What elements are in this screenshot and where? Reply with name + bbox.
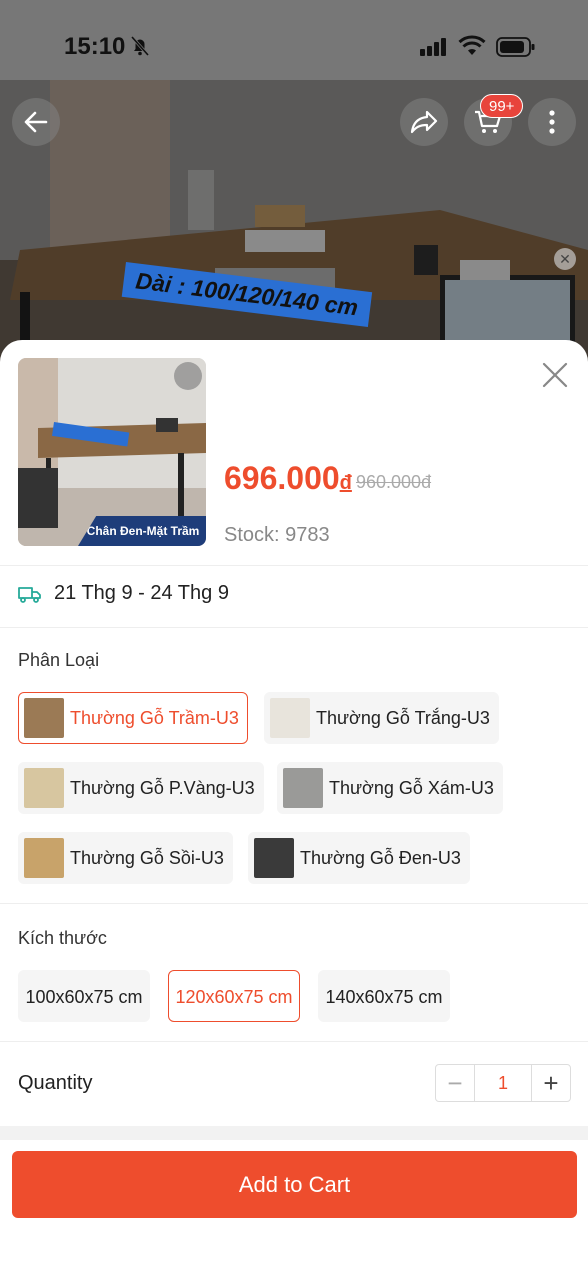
variation-swatch: [254, 838, 294, 878]
expand-image-icon[interactable]: [174, 362, 202, 390]
divider: [0, 627, 588, 628]
variation-option-label: Thường Gỗ Trắng-U3: [316, 707, 490, 728]
variation-option-tram[interactable]: Thường Gỗ Trầm-U3: [18, 692, 248, 744]
variation-option-xam[interactable]: Thường Gỗ Xám-U3: [277, 762, 503, 814]
quantity-decrease-button[interactable]: −: [436, 1065, 474, 1101]
price-value: 696.000: [224, 460, 340, 496]
delivery-truck-icon: [18, 586, 41, 603]
variation-option-label: Thường Gỗ Đen-U3: [300, 847, 461, 868]
variation-option-soi[interactable]: Thường Gỗ Sồi-U3: [18, 832, 233, 884]
variation-option-label: Thường Gỗ Xám-U3: [329, 777, 494, 798]
original-price: 960.000đ: [356, 472, 432, 492]
variation-swatch: [24, 838, 64, 878]
more-vertical-icon: [549, 110, 555, 134]
quantity-stepper: − 1 +: [435, 1064, 571, 1102]
size-option-140[interactable]: 140x60x75 cm: [318, 970, 450, 1022]
variation-swatch: [270, 698, 310, 738]
variation-option-den[interactable]: Thường Gỗ Đen-U3: [248, 832, 470, 884]
variation-swatch: [24, 768, 64, 808]
product-thumbnail[interactable]: Chân Đen-Mặt Trầm: [18, 358, 206, 546]
size-option-120[interactable]: 120x60x75 cm: [168, 970, 300, 1022]
variation-option-pvang[interactable]: Thường Gỗ P.Vàng-U3: [18, 762, 264, 814]
battery-icon: [496, 37, 535, 57]
variation-option-label: Thường Gỗ Sồi-U3: [70, 847, 224, 868]
thumbnail-caption: Chân Đen-Mặt Trầm: [78, 516, 206, 546]
close-sheet-icon[interactable]: [540, 360, 570, 390]
status-time: 15:10: [64, 33, 126, 60]
variation-option-label: Thường Gỗ Trầm-U3: [70, 707, 239, 728]
cart-count-badge: 99+: [480, 94, 524, 118]
divider: [0, 1041, 588, 1042]
variation-option-trang[interactable]: Thường Gỗ Trắng-U3: [264, 692, 499, 744]
variation-bottom-sheet: Chân Đen-Mặt Trầm 696.000đ 960.000đ Stoc…: [0, 340, 588, 1280]
arrow-left-icon: [24, 111, 48, 133]
share-button[interactable]: [400, 98, 448, 146]
current-price: 696.000đ: [224, 460, 352, 497]
delivery-date-range: 21 Thg 9 - 24 Thg 9: [54, 582, 229, 604]
delivery-estimate: 21 Thg 9 - 24 Thg 9: [18, 582, 229, 605]
divider: [0, 565, 588, 566]
mute-bell-icon: [130, 36, 150, 56]
variation-label: Phân Loại: [18, 650, 100, 670]
price-currency: đ: [339, 472, 352, 494]
size-option-100[interactable]: 100x60x75 cm: [18, 970, 150, 1022]
cellular-signal-icon: [420, 38, 446, 56]
size-label: Kích thước: [18, 928, 107, 948]
wifi-icon: [458, 35, 486, 55]
variation-swatch: [283, 768, 323, 808]
status-bar: 15:10: [0, 0, 588, 80]
section-separator: [0, 1126, 588, 1140]
share-icon: [410, 110, 438, 134]
divider: [0, 903, 588, 904]
quantity-input[interactable]: 1: [474, 1065, 532, 1101]
stock-count: Stock: 9783: [224, 524, 330, 546]
add-to-cart-button[interactable]: Add to Cart: [12, 1151, 577, 1218]
quantity-label: Quantity: [18, 1072, 93, 1094]
close-ad-icon[interactable]: ✕: [554, 248, 576, 270]
quantity-increase-button[interactable]: +: [532, 1065, 570, 1101]
more-options-button[interactable]: [528, 98, 576, 146]
back-button[interactable]: [12, 98, 60, 146]
variation-option-label: Thường Gỗ P.Vàng-U3: [70, 777, 255, 798]
variation-swatch: [24, 698, 64, 738]
